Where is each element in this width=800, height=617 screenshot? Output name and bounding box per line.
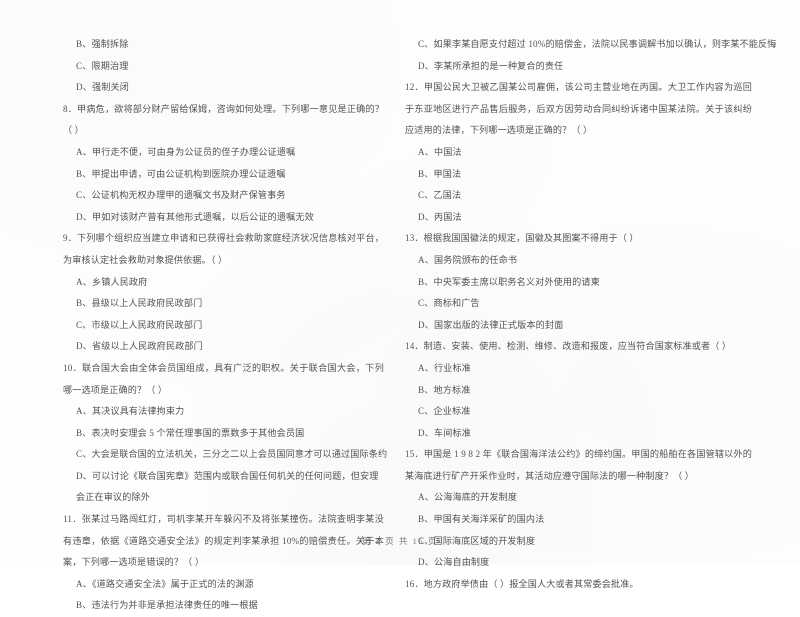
option-item: B、县级以上人民政府民政部门 bbox=[76, 298, 203, 309]
option-item: B、甲国有关海洋采矿的国内法 bbox=[418, 514, 545, 525]
option-item: A、乡镇人民政府 bbox=[76, 276, 148, 287]
option-item: C、市级以上人民政府民政部门 bbox=[76, 319, 203, 330]
two-column-body: B、强制拆除 C、限期治理 D、强制关闭 8．甲病危，欲将部分财产留给保姆，咨询… bbox=[0, 0, 800, 610]
option-item: C、公证机构无权办理甲的遗嘱文书及财产保管事务 bbox=[76, 190, 286, 201]
option-item: D、车间标准 bbox=[418, 427, 471, 438]
option-item: A、《道路交通安全法》属于正式的法的渊源 bbox=[76, 578, 254, 589]
question-stem-16: 16．地方政府举债由（ ）报全国人大或者其常委会批准。 bbox=[405, 578, 639, 589]
option-item: B、表决时安理会 5 个常任理事国的票数多于其他会员国 bbox=[76, 427, 305, 438]
option-item: B、中央军委主席以职务名义对外使用的请柬 bbox=[418, 276, 600, 287]
option-item: A、甲行走不便，可由身为公证员的侄子办理公证遗嘱 bbox=[76, 146, 296, 157]
question-stem-13: 13．根据我国国徽法的规定，国徽及其图案不得用于（ ） bbox=[405, 233, 639, 244]
option-item: A、国务院颁布的任命书 bbox=[418, 254, 518, 265]
left-column: B、强制拆除 C、限期治理 D、强制关闭 8．甲病危，欲将部分财产留给保姆，咨询… bbox=[0, 0, 400, 610]
option-item: C、大会是联合国的立法机关，三分之二以上会员国同意才可以通过国际条约 bbox=[76, 449, 388, 460]
question-stem-9: 9．下列哪个组织应当建立申请和已获得社会救助家庭经济状况信息核对平台，为审核认定… bbox=[63, 233, 384, 265]
option-item: C、商标和广告 bbox=[418, 298, 480, 309]
option-item: A、其决议具有法律拘束力 bbox=[76, 406, 185, 417]
page-footer: 第 2 页 共 15 页 bbox=[362, 537, 438, 546]
option-item: B、地方标准 bbox=[418, 384, 471, 395]
option-item: D、可以讨论《联合国宪章》范围内或联合国任何机关的任何问题，但安理会正在审议的除… bbox=[76, 470, 379, 503]
option-item: B、甲国法 bbox=[418, 168, 462, 179]
option-item: D、甲如对该财产曾有其他形式遗嘱，以后公证的遗嘱无效 bbox=[76, 211, 314, 222]
option-item: C、限期治理 bbox=[76, 60, 129, 71]
option-item: B、强制拆除 bbox=[76, 39, 129, 49]
option-item: A、行业标准 bbox=[418, 362, 471, 373]
option-item: A、公海海底的开发制度 bbox=[418, 492, 518, 503]
question-stem-10: 10．联合国大会由全体会员国组成，具有广泛的职权。关于联合国大会，下列哪一选项是… bbox=[63, 362, 384, 395]
option-item: C、企业标准 bbox=[418, 406, 471, 417]
option-item: B、甲提出申请，可由公证机构到医院办理公证遗嘱 bbox=[76, 168, 286, 179]
option-item: D、公海自由制度 bbox=[418, 557, 490, 568]
scanned-page: B、强制拆除 C、限期治理 D、强制关闭 8．甲病危，欲将部分财产留给保姆，咨询… bbox=[0, 0, 800, 610]
question-stem-14: 14．制造、安装、使用、检测、维修、改造和报废，应当符合国家标准或者（ ） bbox=[405, 341, 732, 352]
option-item: D、省级以上人民政府民政部门 bbox=[76, 341, 203, 352]
right-column: C、如果李某自愿支付超过 10%的赔偿金，法院以民事调解书加以确认，则李某不能反… bbox=[400, 0, 800, 589]
question-stem-15: 15．甲国是 1 9 8 2 年《联合国海洋法公约》的缔约国。甲国的船舶在各国管… bbox=[405, 449, 752, 481]
option-item: C、如果李某自愿支付超过 10%的赔偿金，法院以民事调解书加以确认，则李某不能反… bbox=[418, 39, 777, 49]
option-item: D、强制关闭 bbox=[76, 82, 129, 93]
question-stem-12: 12．甲国公民大卫被乙国某公司雇佣，该公司主营业地在丙国。大卫工作内容为巡回于东… bbox=[405, 82, 752, 136]
option-item: C、乙国法 bbox=[418, 190, 462, 201]
question-stem-8: 8．甲病危，欲将部分财产留给保姆，咨询如何处理。下列哪一意见是正确的？（ ） bbox=[63, 103, 384, 136]
option-item: A、中国法 bbox=[418, 146, 462, 157]
option-item: D、国家出版的法律正式版本的封面 bbox=[418, 319, 564, 330]
option-item: D、李某所承担的是一种复合的责任 bbox=[418, 60, 564, 71]
option-item: D、丙国法 bbox=[418, 211, 462, 222]
option-item: B、违法行为并非是承担法律责任的唯一根据 bbox=[76, 600, 258, 611]
